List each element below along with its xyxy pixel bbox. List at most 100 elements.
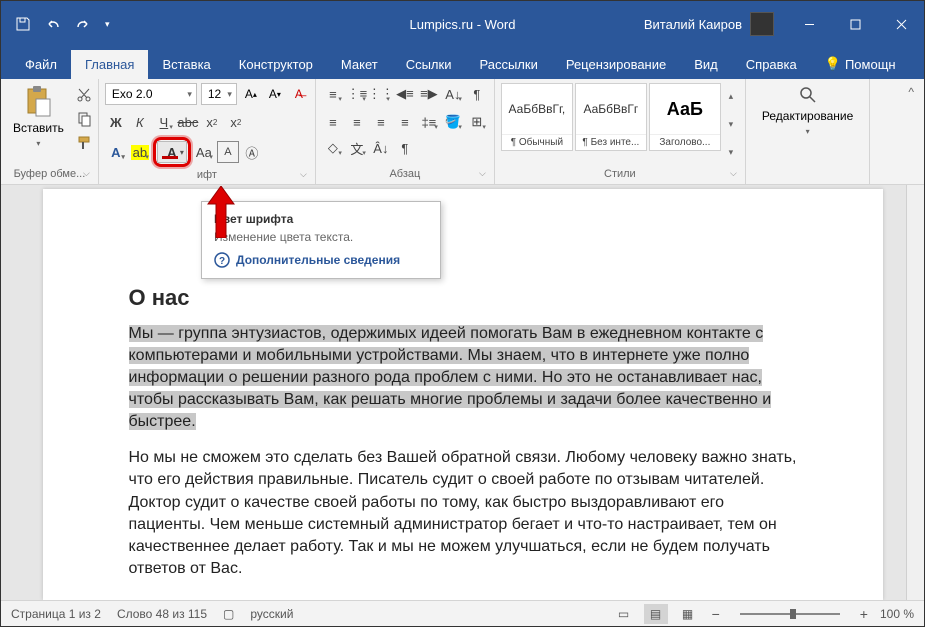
shading-button[interactable]: 🪣 bbox=[442, 111, 464, 133]
paragraph-2[interactable]: Но мы не сможем это сделать без Вашей об… bbox=[129, 447, 803, 579]
justify-button[interactable]: ≡ bbox=[394, 111, 416, 133]
subscript-button[interactable]: x2 bbox=[201, 111, 223, 133]
save-icon[interactable] bbox=[15, 16, 31, 32]
tab-mailings[interactable]: Рассылки bbox=[465, 50, 551, 79]
show-marks-button[interactable]: ¶ bbox=[466, 83, 488, 105]
decrease-indent-button[interactable]: ◀≡ bbox=[394, 83, 416, 105]
tab-view[interactable]: Вид bbox=[680, 50, 732, 79]
asian-layout-button[interactable]: 文 bbox=[346, 137, 368, 159]
grow-font-button[interactable]: A▴ bbox=[241, 83, 261, 105]
numbering-button[interactable]: ⋮≡ bbox=[346, 83, 368, 105]
minimize-button[interactable] bbox=[786, 1, 832, 47]
document-area[interactable]: О нас Мы — группа энтузиастов, одержимых… bbox=[1, 185, 924, 600]
document-title: Lumpics.ru - Word bbox=[410, 17, 516, 32]
shrink-font-button[interactable]: A▾ bbox=[265, 83, 285, 105]
underline-button[interactable]: Ч bbox=[153, 111, 175, 133]
callout-arrow bbox=[206, 186, 236, 243]
zoom-in-button[interactable]: + bbox=[856, 606, 872, 622]
format-painter-icon[interactable] bbox=[76, 135, 92, 151]
clear-formatting-button[interactable]: A̶ bbox=[289, 83, 309, 105]
borders-button[interactable]: ⊞ bbox=[466, 111, 488, 133]
title-bar: ▾ Lumpics.ru - Word Виталий Каиров bbox=[1, 1, 924, 47]
style-no-spacing[interactable]: АаБбВвГг ¶ Без инте... bbox=[575, 83, 647, 151]
close-button[interactable] bbox=[878, 1, 924, 47]
redo-icon[interactable] bbox=[75, 16, 91, 32]
status-language[interactable]: русский bbox=[250, 607, 293, 621]
line-spacing-button[interactable]: ‡≡ bbox=[418, 111, 440, 133]
tab-home[interactable]: Главная bbox=[71, 50, 148, 79]
account-area[interactable]: Виталий Каиров bbox=[644, 12, 774, 36]
align-left-button[interactable]: ≡ bbox=[322, 111, 344, 133]
zoom-level[interactable]: 100 % bbox=[880, 607, 914, 621]
align-right-button[interactable]: ≡ bbox=[370, 111, 392, 133]
multilevel-button[interactable]: ⋮⋮ bbox=[370, 83, 392, 105]
quick-access-toolbar: ▾ bbox=[1, 16, 110, 32]
heading[interactable]: О нас bbox=[129, 285, 803, 311]
user-name: Виталий Каиров bbox=[644, 17, 742, 32]
collapse-ribbon-icon[interactable]: ^ bbox=[908, 85, 914, 99]
style-heading[interactable]: АаБ Заголово... bbox=[649, 83, 721, 151]
page: О нас Мы — группа энтузиастов, одержимых… bbox=[43, 189, 883, 600]
italic-button[interactable]: К bbox=[129, 111, 151, 133]
pilcrow-button[interactable]: ¶ bbox=[394, 137, 416, 159]
status-bar: Страница 1 из 2 Слово 48 из 115 ▢ русски… bbox=[1, 600, 924, 626]
enclose-chars-button[interactable]: Ⓐ bbox=[241, 141, 263, 163]
group-label-paragraph: Абзац bbox=[322, 166, 488, 182]
ribbon-tabs: Файл Главная Вставка Конструктор Макет С… bbox=[1, 47, 924, 79]
group-clipboard: Вставить ▾ Буфер обме... bbox=[1, 79, 99, 184]
paste-button[interactable]: Вставить ▾ bbox=[7, 83, 70, 150]
styles-more-button[interactable]: ▴▾▾ bbox=[723, 83, 739, 166]
char-border-button[interactable]: A bbox=[217, 141, 239, 163]
status-proofing-icon[interactable]: ▢ bbox=[223, 607, 234, 621]
tab-share[interactable]: 👤Поделиться bbox=[910, 49, 925, 79]
style-normal[interactable]: АаБбВвГг, ¶ Обычный bbox=[501, 83, 573, 151]
bullets-button[interactable]: ≡ bbox=[322, 83, 344, 105]
superscript-button[interactable]: x2 bbox=[225, 111, 247, 133]
status-page[interactable]: Страница 1 из 2 bbox=[11, 607, 101, 621]
group-editing: Редактирование ▾ . bbox=[746, 79, 870, 184]
font-color-button[interactable]: A bbox=[157, 141, 187, 163]
sort-button[interactable]: A↓ bbox=[442, 83, 464, 105]
view-web-button[interactable]: ▦ bbox=[676, 604, 700, 624]
font-name-select[interactable]: Exo 2.0 bbox=[105, 83, 197, 105]
paragraph-1[interactable]: Мы — группа энтузиастов, одержимых идеей… bbox=[129, 323, 803, 433]
tab-insert[interactable]: Вставка bbox=[148, 50, 224, 79]
strikethrough-button[interactable]: abc bbox=[177, 111, 199, 133]
bold-button[interactable]: Ж bbox=[105, 111, 127, 133]
group-paragraph: ≡ ⋮≡ ⋮⋮ ◀≡ ≡▶ A↓ ¶ ≡ ≡ ≡ ≡ ‡≡ 🪣 ⊞ ◇ 文 Â↓ bbox=[316, 79, 495, 184]
svg-text:?: ? bbox=[219, 256, 225, 267]
tab-review[interactable]: Рецензирование bbox=[552, 50, 680, 79]
find-icon[interactable] bbox=[798, 85, 818, 105]
zoom-slider[interactable] bbox=[740, 613, 840, 615]
tooltip-more-link[interactable]: ? Дополнительные сведения bbox=[214, 252, 428, 268]
tab-tell-me[interactable]: 💡Помощн bbox=[811, 49, 910, 79]
avatar[interactable] bbox=[750, 12, 774, 36]
view-read-button[interactable]: ▭ bbox=[612, 604, 636, 624]
increase-indent-button[interactable]: ≡▶ bbox=[418, 83, 440, 105]
highlight-callout: A bbox=[153, 137, 191, 167]
sort-2-button[interactable]: Â↓ bbox=[370, 137, 392, 159]
change-case-button[interactable]: Aa bbox=[193, 141, 215, 163]
zoom-out-button[interactable]: − bbox=[708, 606, 724, 622]
maximize-button[interactable] bbox=[832, 1, 878, 47]
tab-layout[interactable]: Макет bbox=[327, 50, 392, 79]
tab-file[interactable]: Файл bbox=[11, 50, 71, 79]
ribbon: ^ Вставить ▾ Буфер обме... Exo 2.0 12 A▴… bbox=[1, 79, 924, 185]
status-words[interactable]: Слово 48 из 115 bbox=[117, 607, 207, 621]
editing-label[interactable]: Редактирование bbox=[762, 109, 853, 123]
font-size-select[interactable]: 12 bbox=[201, 83, 237, 105]
tab-design[interactable]: Конструктор bbox=[225, 50, 327, 79]
qa-dropdown[interactable]: ▾ bbox=[105, 19, 110, 30]
highlight-button[interactable]: ab bbox=[129, 141, 151, 163]
tab-help[interactable]: Справка bbox=[732, 50, 811, 79]
group-label-clipboard: Буфер обме... bbox=[7, 166, 92, 182]
tooltip-title: Цвет шрифта bbox=[214, 212, 428, 226]
fill-button[interactable]: ◇ bbox=[322, 137, 344, 159]
view-print-button[interactable]: ▤ bbox=[644, 604, 668, 624]
cut-icon[interactable] bbox=[76, 87, 92, 103]
copy-icon[interactable] bbox=[76, 111, 92, 127]
undo-icon[interactable] bbox=[45, 16, 61, 32]
align-center-button[interactable]: ≡ bbox=[346, 111, 368, 133]
text-effects-button[interactable]: A bbox=[105, 141, 127, 163]
tab-references[interactable]: Ссылки bbox=[392, 50, 466, 79]
